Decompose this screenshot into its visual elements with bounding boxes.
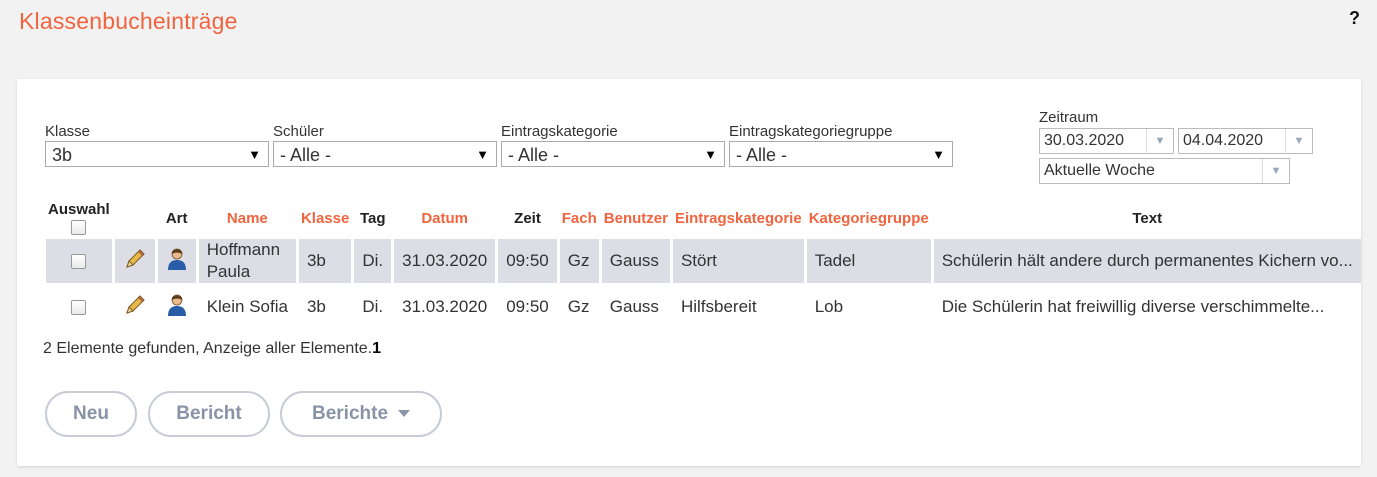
type-cell [157, 283, 196, 331]
cell-kategorie: Hilfsbereit [672, 283, 804, 331]
cell-tag: Di. [354, 283, 392, 331]
filter-gruppe-label: Eintragskategoriegruppe [729, 123, 893, 140]
schueler-select[interactable]: - Alle - ▼ [273, 141, 497, 167]
kategorie-select-value: - Alle - [508, 145, 560, 165]
entries-panel: Klasse 3b ▼ Schüler - Alle - ▼ Eintragsk… [17, 79, 1361, 466]
filter-kategorie-label: Eintragskategorie [501, 123, 618, 140]
col-fach[interactable]: Fach [560, 197, 599, 239]
berichte-dropdown-button[interactable]: Berichte [280, 391, 442, 437]
col-auswahl-label: Auswahl [48, 201, 110, 218]
col-klasse[interactable]: Klasse [299, 197, 351, 239]
row-select-cell [46, 239, 112, 283]
col-zeit: Zeit [514, 209, 541, 227]
person-icon [167, 294, 186, 316]
klasse-select[interactable]: 3b ▼ [45, 141, 269, 167]
cell-klasse: 3b [298, 239, 352, 283]
filter-schueler: Schüler - Alle - ▼ [273, 123, 497, 167]
row-checkbox[interactable] [71, 300, 87, 316]
cell-datum: 31.03.2020 [394, 239, 496, 283]
cell-name: Hoffmann Paula [198, 239, 296, 283]
date-to-input[interactable]: 04.04.2020 ▼ [1178, 128, 1313, 154]
select-all-checkbox[interactable] [71, 219, 87, 235]
edit-cell [114, 283, 155, 331]
col-kategorie[interactable]: Eintragskategorie [673, 197, 804, 239]
bericht-button-label: Bericht [176, 403, 242, 424]
edit-cell [114, 239, 155, 283]
cell-gruppe: Lob [806, 283, 931, 331]
cell-gruppe: Tadel [806, 239, 931, 283]
pencil-icon[interactable] [123, 293, 147, 317]
table-row[interactable]: Klein Sofia 3b Di. 31.03.2020 09:50 Gz G… [46, 283, 1361, 331]
triangle-down-icon: ▼ [704, 147, 717, 162]
entries-table: Auswahl Art Name Klasse Tag Datum Zeit F… [43, 197, 1364, 331]
result-status: 2 Elemente gefunden, Anzeige aller Eleme… [43, 340, 381, 358]
gruppe-select-value: - Alle - [736, 145, 788, 165]
cell-benutzer: Gauss [601, 239, 670, 283]
klasse-select-value: 3b [52, 145, 73, 165]
col-tag: Tag [359, 209, 386, 227]
help-icon[interactable]: ? [1349, 8, 1360, 29]
type-cell [157, 239, 196, 283]
date-from-input[interactable]: 30.03.2020 ▼ [1039, 128, 1174, 154]
col-text: Text [1132, 209, 1163, 227]
neu-button[interactable]: Neu [45, 391, 137, 437]
filter-gruppe: Eintragskategoriegruppe - Alle - ▼ [729, 123, 953, 167]
chevron-down-icon[interactable]: ▼ [1262, 159, 1289, 183]
caret-down-icon [398, 410, 411, 418]
col-name[interactable]: Name [199, 197, 296, 239]
pencil-icon[interactable] [123, 247, 147, 271]
cell-fach: Gz [559, 239, 599, 283]
cell-klasse: 3b [298, 283, 352, 331]
zeitraum-preset-select[interactable]: Aktuelle Woche ▼ [1039, 158, 1290, 184]
triangle-down-icon: ▼ [932, 147, 945, 162]
filter-klasse: Klasse 3b ▼ [45, 123, 269, 167]
filter-zeitraum: Zeitraum 30.03.2020 ▼ 04.04.2020 ▼ Aktue… [1039, 109, 1329, 189]
page-link[interactable]: 1 [372, 340, 381, 357]
berichte-button-label: Berichte [311, 403, 389, 424]
page-title: Klassenbucheinträge [19, 8, 238, 34]
person-icon [167, 248, 186, 270]
table-header: Auswahl Art Name Klasse Tag Datum Zeit F… [46, 197, 1361, 239]
cell-zeit: 09:50 [498, 283, 557, 331]
row-checkbox[interactable] [71, 254, 87, 270]
col-gruppe[interactable]: Kategoriegruppe [807, 197, 931, 239]
chevron-down-icon[interactable]: ▼ [1146, 129, 1173, 153]
filter-kategorie: Eintragskategorie - Alle - ▼ [501, 123, 725, 167]
cell-datum: 31.03.2020 [394, 283, 496, 331]
col-benutzer[interactable]: Benutzer [602, 197, 670, 239]
cell-text: Die Schülerin hat freiwillig diverse ver… [933, 283, 1361, 331]
cell-kategorie: Stört [672, 239, 804, 283]
kategorie-select[interactable]: - Alle - ▼ [501, 141, 725, 167]
filter-klasse-label: Klasse [45, 123, 91, 140]
result-count-text: 2 Elemente gefunden, Anzeige aller Eleme… [43, 340, 373, 357]
row-select-cell [46, 283, 112, 331]
col-art: Art [165, 209, 188, 227]
filter-schueler-label: Schüler [273, 123, 324, 140]
table-row[interactable]: Hoffmann Paula 3b Di. 31.03.2020 09:50 G… [46, 239, 1361, 283]
col-datum[interactable]: Datum [394, 197, 495, 239]
cell-name: Klein Sofia [198, 283, 296, 331]
cell-fach: Gz [559, 283, 599, 331]
cell-text: Schülerin hält andere durch permanentes … [933, 239, 1361, 283]
triangle-down-icon: ▼ [248, 147, 261, 162]
gruppe-select[interactable]: - Alle - ▼ [729, 141, 953, 167]
date-to-value: 04.04.2020 [1183, 132, 1264, 149]
zeitraum-preset-value: Aktuelle Woche [1044, 162, 1155, 179]
cell-benutzer: Gauss [601, 283, 670, 331]
schueler-select-value: - Alle - [280, 145, 332, 165]
neu-button-label: Neu [73, 403, 109, 424]
date-from-value: 30.03.2020 [1044, 132, 1125, 149]
chevron-down-icon[interactable]: ▼ [1285, 129, 1312, 153]
cell-zeit: 09:50 [498, 239, 557, 283]
cell-tag: Di. [354, 239, 392, 283]
col-auswahl: Auswahl [46, 197, 112, 239]
triangle-down-icon: ▼ [476, 147, 489, 162]
filter-zeitraum-label: Zeitraum [1039, 109, 1099, 126]
bericht-button[interactable]: Bericht [148, 391, 270, 437]
col-edit [115, 197, 155, 239]
